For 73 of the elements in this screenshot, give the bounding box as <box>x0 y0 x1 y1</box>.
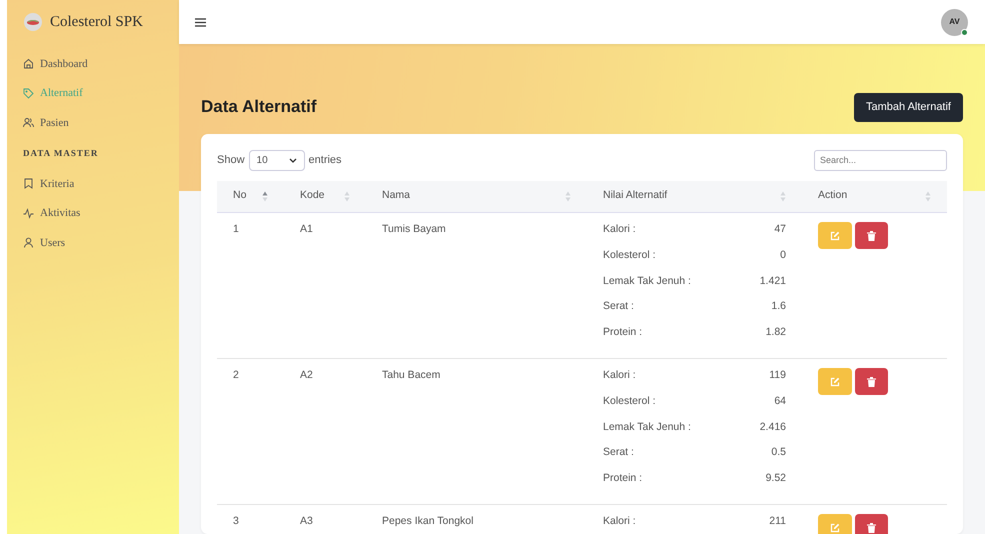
value-label: Lemak Tak Jenuh : <box>603 420 691 435</box>
value-label: Serat : <box>603 445 634 460</box>
sidebar-item[interactable]: Pasien <box>7 108 179 138</box>
value-number: 47 <box>774 222 786 237</box>
value-label: Kalori : <box>603 222 636 237</box>
user-avatar[interactable]: AV <box>941 8 968 36</box>
value-label: Kolesterol : <box>603 394 656 409</box>
table-cell: 1 <box>217 212 284 358</box>
value-number: 2.416 <box>760 420 786 435</box>
sort-icon <box>344 190 350 202</box>
page-title: Data Alternatif <box>201 97 317 118</box>
bookmark-icon <box>23 178 34 190</box>
column-header[interactable]: No <box>217 180 284 212</box>
delete-button[interactable] <box>855 368 888 395</box>
sidebar-item[interactable]: Kriteria <box>7 169 179 198</box>
value-number: 119 <box>769 368 786 383</box>
activity-icon <box>23 208 34 219</box>
value-number: 9.52 <box>766 471 786 486</box>
table-cell: Tumis Bayam <box>366 212 587 358</box>
entries-label: entries <box>308 152 342 168</box>
sidebar-item[interactable]: Aktivitas <box>7 198 179 228</box>
sort-icon <box>780 190 786 202</box>
sort-icon <box>925 190 931 202</box>
edit-icon <box>830 376 840 386</box>
sidebar-item[interactable]: Users <box>7 228 179 258</box>
table-cell: A1 <box>284 212 366 358</box>
logo-icon <box>24 13 42 31</box>
edit-icon <box>830 522 840 532</box>
edit-icon <box>830 230 840 240</box>
sidebar-item[interactable]: Dashboard <box>7 49 179 78</box>
value-number: 0.5 <box>771 445 786 460</box>
home-icon <box>23 58 34 70</box>
search-field[interactable]: Search... <box>814 150 947 170</box>
show-label: Show <box>217 152 245 168</box>
sort-icon <box>565 190 571 202</box>
trash-icon <box>867 376 876 386</box>
tag-icon <box>23 88 34 99</box>
value-label: Serat : <box>603 299 634 314</box>
trash-icon <box>867 230 876 240</box>
table-cell: 3 <box>217 504 284 534</box>
table-cell: 2 <box>217 358 284 504</box>
column-header[interactable]: Nama <box>366 180 587 212</box>
brand-title: Colesterol SPK <box>50 12 143 32</box>
value-number: 64 <box>774 394 786 409</box>
user-icon <box>23 237 34 248</box>
value-number: 1.82 <box>766 325 786 340</box>
value-number: 1.421 <box>760 274 786 289</box>
value-label: Kalori : <box>603 368 636 383</box>
value-label: Kalori : <box>603 514 636 529</box>
value-label: Protein : <box>603 471 642 486</box>
value-label: Kolesterol : <box>603 248 656 263</box>
caret-icon <box>288 158 297 162</box>
value-label: Lemak Tak Jenuh : <box>603 274 691 289</box>
add-button[interactable]: Tambah Alternatif <box>854 93 963 122</box>
delete-button[interactable] <box>855 514 888 534</box>
table-cell: A3 <box>284 504 366 534</box>
column-header[interactable]: Nilai Alternatif <box>587 180 802 212</box>
table-cell: A2 <box>284 358 366 504</box>
value-label: Protein : <box>603 325 642 340</box>
trash-icon <box>867 522 876 532</box>
section-heading: DATA MASTER <box>22 146 100 160</box>
page-size-select[interactable]: 10 <box>248 150 305 170</box>
users-icon <box>23 117 34 128</box>
table-cell: Pepes Ikan Tongkol <box>366 504 587 534</box>
value-number: 1.6 <box>771 299 786 314</box>
table-cell: Tahu Bacem <box>366 358 587 504</box>
value-number: 0 <box>780 248 786 263</box>
column-header[interactable]: Action <box>802 180 947 212</box>
delete-button[interactable] <box>855 222 888 249</box>
column-header[interactable]: Kode <box>284 180 366 212</box>
value-number: 211 <box>769 514 786 529</box>
menu-icon[interactable] <box>195 18 206 26</box>
sort-icon <box>262 190 268 202</box>
